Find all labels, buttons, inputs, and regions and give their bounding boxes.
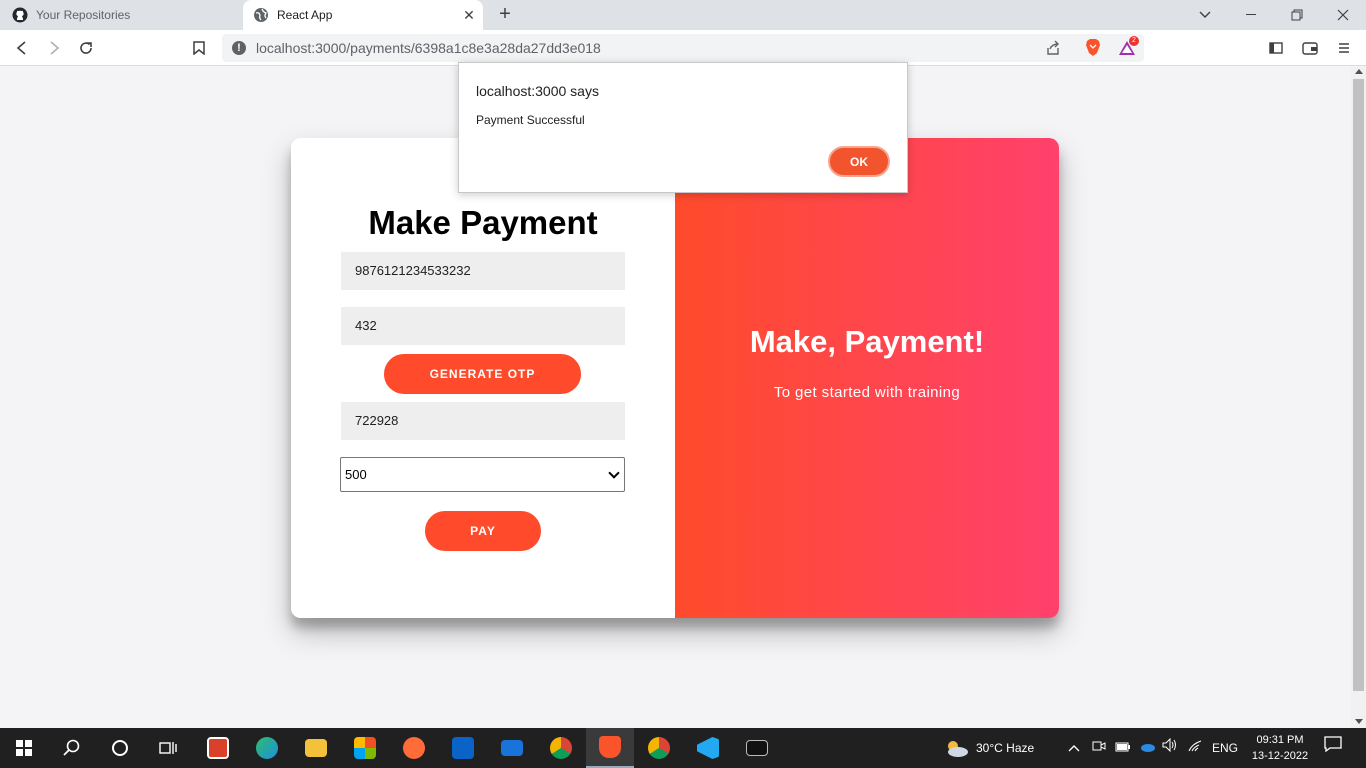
scrollbar-thumb[interactable] (1353, 79, 1364, 691)
meet-now-icon[interactable] (1092, 728, 1106, 768)
onedrive-icon[interactable] (1139, 728, 1155, 768)
menu-icon[interactable] (1332, 36, 1356, 60)
microsoft-store-icon[interactable] (341, 728, 389, 768)
brave-shields-icon[interactable] (1084, 39, 1102, 57)
taskbar: 30°C Haze ENG 09:31 PM 13-12-2022 (0, 728, 1366, 768)
notification-badge: 2 (1129, 36, 1139, 46)
windows-start-icon[interactable] (0, 728, 48, 768)
edge-icon[interactable] (243, 728, 291, 768)
terminal-icon[interactable] (733, 728, 781, 768)
close-window-icon[interactable] (1320, 0, 1366, 30)
site-info-icon[interactable]: ! (232, 41, 246, 55)
tab-label: Your Repositories (36, 8, 131, 22)
back-icon[interactable] (10, 36, 34, 60)
github-icon (12, 7, 28, 23)
language-indicator[interactable]: ENG (1212, 728, 1238, 768)
address-bar[interactable]: ! localhost:3000/payments/6398a1c8e3a28d… (222, 34, 1144, 62)
tab-label: React App (277, 8, 333, 22)
scroll-up-icon[interactable] (1355, 69, 1363, 74)
weather-text[interactable]: 30°C Haze (976, 728, 1034, 768)
clock[interactable]: 09:31 PM 13-12-2022 (1240, 732, 1320, 764)
brave-rewards-icon[interactable]: 2 (1118, 36, 1139, 57)
reload-icon[interactable] (74, 36, 98, 60)
tab-search-chevron-down-icon[interactable] (1182, 0, 1228, 30)
amount-selected-value: 500 (345, 467, 367, 482)
amount-select[interactable]: 500 (340, 457, 625, 492)
cortana-icon[interactable] (96, 728, 144, 768)
dialog-message: Payment Successful (476, 113, 585, 127)
task-view-icon[interactable] (144, 728, 192, 768)
file-explorer-icon[interactable] (292, 728, 340, 768)
otp-input[interactable]: 722928 (341, 402, 625, 440)
postman-icon[interactable] (390, 728, 438, 768)
network-icon[interactable] (1188, 728, 1202, 768)
payment-card: Make Payment 9876121234533232 432 GENERA… (291, 138, 1059, 618)
wallet-icon[interactable] (1298, 36, 1322, 60)
power-app-icon[interactable] (194, 728, 242, 768)
brave-browser-icon[interactable] (586, 728, 634, 768)
tab-strip: Your Repositories React App ✕ + (0, 0, 1366, 30)
overlay-title: Make, Payment! (749, 324, 985, 359)
clock-date: 13-12-2022 (1251, 750, 1309, 762)
forward-icon[interactable] (42, 36, 66, 60)
search-icon[interactable] (48, 728, 96, 768)
close-icon[interactable]: ✕ (461, 7, 477, 23)
form-title: Make Payment (368, 204, 598, 241)
restore-icon[interactable] (1274, 0, 1320, 30)
browser-toolbar: ! localhost:3000/payments/6398a1c8e3a28d… (0, 30, 1366, 66)
battery-icon[interactable] (1115, 728, 1131, 768)
tab-your-repositories[interactable]: Your Repositories (0, 0, 242, 30)
share-icon[interactable] (1044, 39, 1062, 57)
notifications-icon[interactable] (1324, 728, 1342, 768)
new-tab-button[interactable]: + (494, 4, 516, 26)
clock-time: 09:31 PM (1256, 734, 1304, 746)
ok-button[interactable]: OK (828, 146, 890, 177)
chrome-icon[interactable] (537, 728, 585, 768)
chrome-profile-icon[interactable] (635, 728, 683, 768)
tab-react-app[interactable]: React App ✕ (243, 0, 483, 30)
chevron-up-icon[interactable] (1068, 728, 1080, 768)
sidebar-icon[interactable] (1264, 36, 1288, 60)
vscode-icon[interactable] (684, 728, 732, 768)
bookmark-icon[interactable] (187, 36, 211, 60)
dialog-title: localhost:3000 says (476, 83, 599, 99)
card-number-input[interactable]: 9876121234533232 (341, 252, 625, 290)
volume-icon[interactable] (1162, 728, 1178, 768)
pay-button[interactable]: PAY (425, 511, 541, 551)
weather-icon[interactable] (932, 728, 980, 768)
globe-icon (253, 7, 269, 23)
payment-form: Make Payment 9876121234533232 432 GENERA… (291, 138, 675, 618)
alert-dialog: localhost:3000 says Payment Successful O… (458, 62, 908, 193)
mail-icon[interactable] (488, 728, 536, 768)
chevron-down-icon (608, 467, 620, 479)
generate-otp-button[interactable]: GENERATE OTP (384, 354, 581, 394)
url-text[interactable]: localhost:3000/payments/6398a1c8e3a28da2… (256, 34, 601, 62)
overlay-subtitle: To get started with training (773, 384, 961, 401)
minimize-icon[interactable] (1228, 0, 1274, 30)
cvv-input[interactable]: 432 (341, 307, 625, 345)
overlay-panel: Make, Payment! To get started with train… (675, 138, 1059, 618)
outlook-icon[interactable] (439, 728, 487, 768)
scroll-down-icon[interactable] (1355, 719, 1363, 724)
vertical-scrollbar[interactable] (1351, 67, 1366, 728)
